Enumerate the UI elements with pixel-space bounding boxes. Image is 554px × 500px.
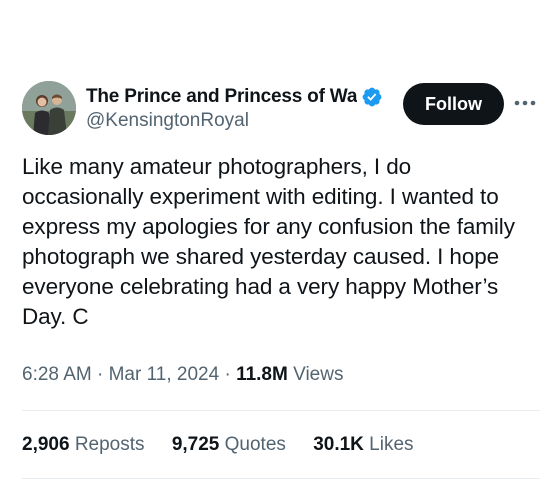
reposts-count: 2,906	[22, 434, 70, 455]
author-display-name[interactable]: The Prince and Princess of Wa	[86, 86, 357, 108]
quotes-count: 9,725	[171, 434, 220, 455]
likes-label: Likes	[369, 434, 414, 455]
more-options-icon[interactable]	[512, 96, 538, 110]
tweet-body: Like many amateur photographers, I do oc…	[22, 152, 542, 332]
tweet-time[interactable]: 6:28 AM	[22, 364, 92, 385]
tweet-date[interactable]: Mar 11, 2024	[109, 364, 220, 385]
tweet-meta: 6:28 AM · Mar 11, 2024 · 11.8M Views	[22, 364, 343, 386]
follow-button[interactable]: Follow	[403, 83, 504, 125]
tweet-body-line: everyone celebrating had a very happy Mo…	[22, 274, 499, 299]
tweet-body-line: Day. C	[22, 304, 89, 329]
tweet-body-line: occasionally experiment with editing. I …	[22, 184, 499, 209]
avatar-photo	[22, 81, 76, 135]
views-label: Views	[293, 364, 344, 385]
tweet-body-line: Like many amateur photographers, I do	[22, 154, 412, 179]
reposts-stat[interactable]: 2,906 Reposts	[22, 434, 145, 456]
quotes-stat[interactable]: 9,725 Quotes	[172, 434, 286, 456]
author-handle[interactable]: @KensingtonRoyal	[86, 110, 249, 132]
meta-separator: ·	[224, 364, 231, 385]
tweet-detail: The Prince and Princess of Wa @Kensingto…	[0, 0, 554, 500]
quotes-label: Quotes	[224, 434, 286, 455]
views-count: 11.8M	[236, 364, 288, 385]
reposts-label: Reposts	[74, 434, 145, 455]
meta-separator: ·	[97, 364, 104, 385]
verified-badge-icon	[362, 87, 382, 107]
author-name-row[interactable]: The Prince and Princess of Wa	[86, 84, 396, 110]
tweet-body-line: photograph we shared yesterday caused. I…	[22, 244, 500, 269]
tweet-body-line: express my apologies for any confusion t…	[22, 214, 515, 239]
author-avatar[interactable]	[22, 81, 76, 135]
divider	[22, 478, 540, 479]
engagement-stats: 2,906 Reposts 9,725 Quotes 30.1K Likes	[22, 434, 436, 456]
likes-stat[interactable]: 30.1K Likes	[313, 434, 413, 456]
likes-count: 30.1K	[313, 434, 364, 455]
divider	[22, 410, 540, 411]
